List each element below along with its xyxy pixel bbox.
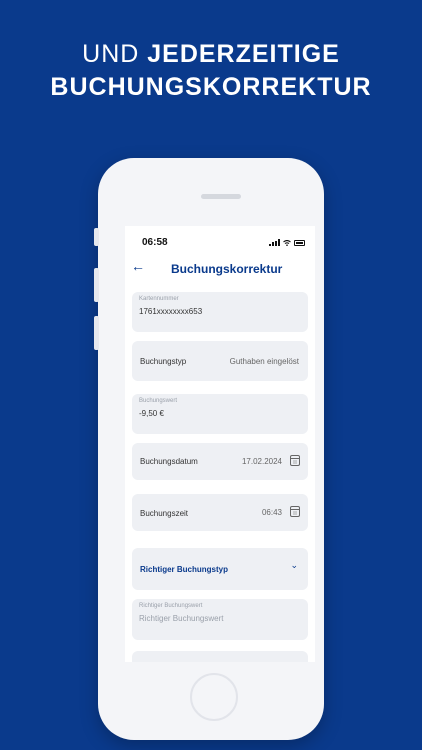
correct-booking-type-label: Richtiger Buchungstyp: [140, 565, 229, 574]
booking-time-field[interactable]: Buchungszeit 06:43: [132, 494, 308, 531]
wifi-icon: [283, 239, 291, 246]
phone-side-button: [94, 316, 99, 350]
booking-value-field[interactable]: Buchungswert -9,50 €: [132, 394, 308, 434]
headline-bold-2: BUCHUNGSKORREKTUR: [50, 73, 372, 101]
booking-time-value: 06:43: [261, 508, 282, 517]
headline: UND JEDERZEITIGE BUCHUNGSKORREKTUR: [0, 38, 422, 104]
card-number-field[interactable]: Kartennummer 1761xxxxxxxx653: [132, 292, 308, 332]
correct-booking-value-placeholder: Richtiger Buchungswert: [139, 614, 224, 623]
app-screen: 06:58 ← Buchungskorrektur Kartennummer 1…: [125, 226, 315, 662]
correct-booking-value-label: Richtiger Buchungswert: [139, 603, 203, 609]
chevron-down-icon[interactable]: ⌄: [290, 560, 298, 571]
app-header: ← Buchungskorrektur: [125, 254, 315, 278]
booking-type-label: Buchungstyp: [140, 357, 187, 366]
calendar-icon[interactable]: [290, 455, 300, 466]
next-field[interactable]: [132, 651, 308, 662]
card-number-value: 1761xxxxxxxx653: [139, 307, 203, 316]
correct-booking-value-field[interactable]: Richtiger Buchungswert Richtiger Buchung…: [132, 599, 308, 640]
booking-date-label: Buchungsdatum: [140, 457, 198, 466]
page-title: Buchungskorrektur: [171, 262, 283, 276]
phone-mockup: 06:58 ← Buchungskorrektur Kartennummer 1…: [94, 158, 324, 740]
status-time: 06:58: [142, 237, 168, 248]
headline-light: UND: [82, 40, 148, 68]
battery-icon: [294, 239, 305, 246]
calendar-icon[interactable]: [290, 506, 300, 517]
booking-value-value: -9,50 €: [139, 409, 164, 418]
booking-value-label: Buchungswert: [139, 398, 178, 404]
card-number-label: Kartennummer: [139, 296, 179, 302]
booking-date-field[interactable]: Buchungsdatum 17.02.2024: [132, 443, 308, 480]
booking-type-value: Guthaben eingelöst: [229, 357, 299, 366]
signal-icon: [269, 239, 280, 246]
status-bar: 06:58: [125, 226, 315, 250]
phone-side-button: [94, 228, 99, 246]
status-icons: [269, 239, 305, 246]
booking-time-label: Buchungszeit: [140, 509, 189, 518]
booking-type-field[interactable]: Buchungstyp Guthaben eingelöst: [132, 341, 308, 381]
headline-bold-1: JEDERZEITIGE: [147, 40, 340, 68]
booking-date-value: 17.02.2024: [241, 457, 282, 466]
arrow-left-icon[interactable]: ←: [131, 258, 145, 274]
phone-side-button: [94, 268, 99, 302]
phone-speaker: [201, 194, 241, 199]
home-button[interactable]: [190, 673, 238, 721]
correct-booking-type-select[interactable]: Richtiger Buchungstyp ⌄: [132, 548, 308, 590]
